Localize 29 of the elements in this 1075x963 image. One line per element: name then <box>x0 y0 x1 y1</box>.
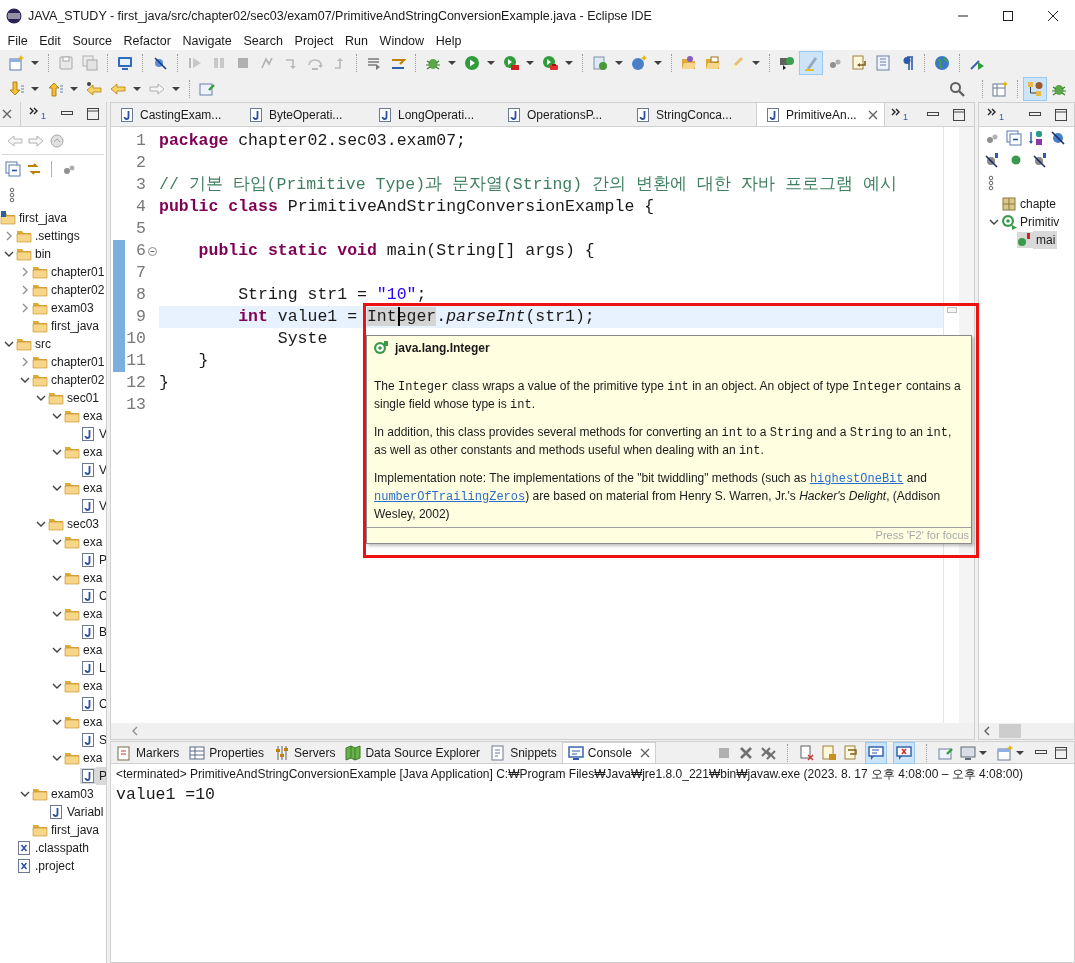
popup-hint: Press 'F2' for focus <box>875 528 969 544</box>
code-line: // 기본 타입(Primitive Type)과 문자열(String) 간의 변환에 대한 자바 프로그램 예시 <box>159 174 897 196</box>
line-number: 12 <box>126 371 146 394</box>
code-line: package chapter02.sec03.exam07; <box>159 130 466 152</box>
code-line: } <box>159 372 169 394</box>
console-output: value1 =10 <box>115 784 217 806</box>
code-line: String str1 = "10"; <box>237 284 427 306</box>
line-number: 6 <box>135 239 146 262</box>
code-line: Syste <box>276 328 328 350</box>
window-title: JAVA_STUDY - first_java/src/chapter02/sec03/exam07/PrimitiveAndStringConversionExample.java - Eclipse IDE <box>28 7 652 25</box>
console-status: <terminated> PrimitiveAndStringConversionExample [Java Application] C:₩Program Files₩Java₩jre1.8.0_221₩bin₩javaw.exe (2023. 8. 17 오후 4:08:00 – 오후 4:08:00) <box>115 766 1025 783</box>
line-number: 4 <box>135 195 146 218</box>
line-number: 9 <box>135 305 146 328</box>
line-number: 7 <box>135 261 146 284</box>
doc-paragraph: In addition, this class provides several methods for converting an int to a String and a String to an int, as well as other constants and methods useful when dealing with an int. <box>374 424 953 460</box>
line-number: 1 <box>135 129 146 152</box>
doc-paragraph: Implementation note: The implementations of the "bit twiddling" methods (such as highestOneBit and numberOfTrailingZeros) are based on material from Henry S. Warren, Jr.'s Hacker's Delight, (Addison Wesley, 2002) <box>374 470 942 523</box>
code-line: public static void main(String[] args) { <box>197 240 595 262</box>
line-number: 8 <box>135 283 146 306</box>
line-number: 2 <box>135 151 146 174</box>
line-number: 13 <box>126 393 146 416</box>
line-number: 3 <box>135 173 146 196</box>
doc-paragraph: The Integer class wraps a value of the primitive type int in an object. An object of type Integer contains a single field whose type is int. <box>374 378 962 414</box>
code-line: public class PrimitiveAndStringConversionExample { <box>159 196 655 218</box>
line-number: 10 <box>126 327 146 350</box>
popup-title: java.lang.Integer <box>395 339 490 357</box>
code-line: } <box>197 350 209 372</box>
line-number: 11 <box>126 349 146 372</box>
line-number: 5 <box>135 217 146 240</box>
